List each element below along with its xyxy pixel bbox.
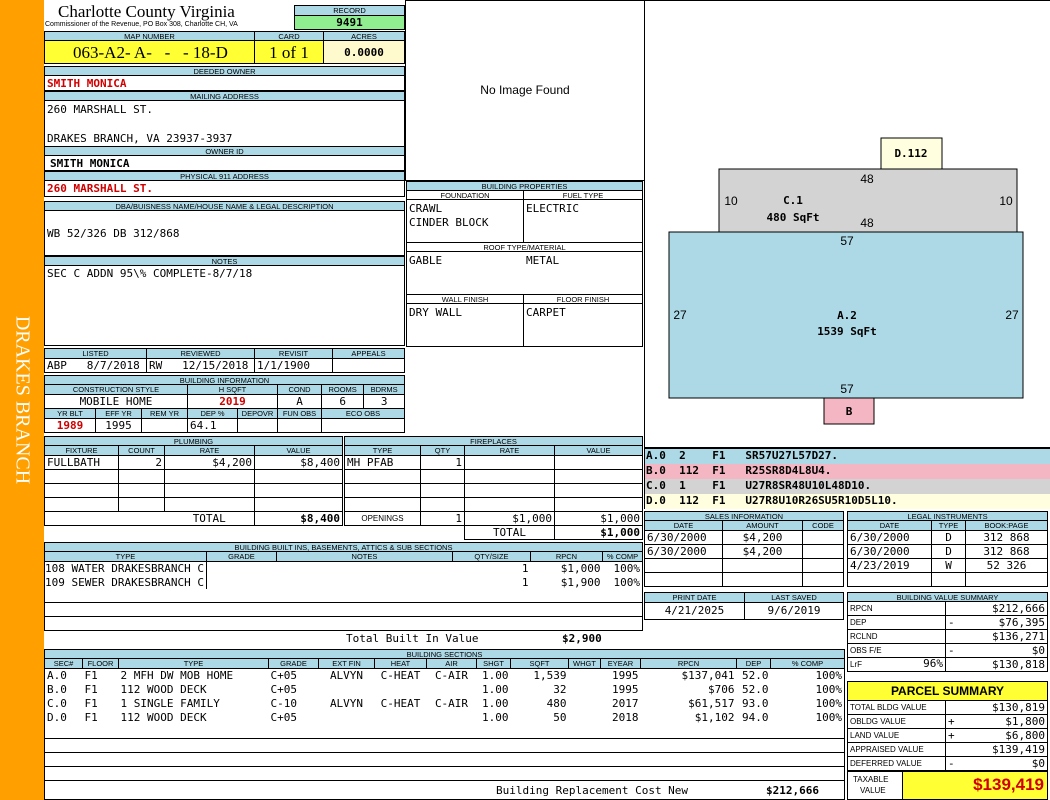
table-row: TOTAL BLDG VALUE $130,819 bbox=[847, 700, 1048, 715]
sketch-c-top: 48 bbox=[860, 172, 874, 186]
table-row: 6/30/2000 $4,200 bbox=[644, 544, 844, 559]
table-row: LrF 96% $130,818 bbox=[847, 657, 1048, 672]
deeded-owner: SMITH MONICA bbox=[47, 77, 127, 90]
dba-box: WB 52/326 DB 312/868 bbox=[44, 210, 405, 256]
dba-text: WB 52/326 DB 312/868 bbox=[47, 227, 180, 240]
sketch-a-left: 27 bbox=[673, 308, 687, 322]
fireplaces-table: TYPE QTY RATE VALUE MH PFAB 1 OPENINGS 1… bbox=[344, 445, 643, 540]
deeded-owner-box: SMITH MONICA bbox=[44, 75, 405, 91]
card-number: 1 of 1 bbox=[254, 40, 324, 64]
table-row: 6/30/2000 $4,200 bbox=[644, 530, 844, 545]
table-row: OBS F/E - $0 bbox=[847, 643, 1048, 658]
sketch-a-code: A.2 bbox=[837, 309, 857, 322]
sections-total-label: Building Replacement Cost New bbox=[496, 784, 689, 797]
sketch-legend: A.0 2 F1 SR57U27L57D27. B.0 112 F1 R25SR… bbox=[644, 448, 1050, 509]
table-row: MH PFAB 1 bbox=[344, 455, 643, 470]
legend-row-c: C.0 1 F1 U27R8SR48U10L48D10. bbox=[645, 479, 1050, 494]
table-row: OBLDG VALUE + $1,800 bbox=[847, 714, 1048, 729]
physical-box: 260 MARSHALL ST. bbox=[44, 180, 405, 197]
sales-table: DATE AMOUNT CODE 6/30/2000 $4,200 6/30/2… bbox=[644, 520, 844, 587]
value-summary-table: RPCN $212,666 DEP - $76,395 RCLND $136,27… bbox=[847, 601, 1048, 672]
sketch-d-code: D.112 bbox=[894, 147, 927, 160]
acres-value: 0.0000 bbox=[323, 40, 405, 64]
fuel-box: ELECTRIC bbox=[523, 199, 643, 243]
owner-id-box: SMITH MONICA bbox=[44, 155, 405, 171]
sketch-c-bottom: 48 bbox=[860, 216, 874, 230]
legend-row-d: D.0 112 F1 U27R8U10R26SU5R10D5L10. bbox=[645, 494, 1050, 509]
table-row: 109 SEWER DRAKESBRANCH C 1 $1,900 100% bbox=[44, 575, 644, 590]
sketch-c-code: C.1 bbox=[783, 194, 803, 207]
no-image-text: No Image Found bbox=[480, 83, 570, 97]
building-info-table: CONSTRUCTION STYLE H SQFT COND ROOMS BDR… bbox=[44, 384, 405, 433]
record-value: 9491 bbox=[294, 15, 405, 30]
map-number: 063-A2- A- - - 18-D bbox=[44, 40, 255, 64]
mailing-line2: DRAKES BRANCH, VA 23937-3937 bbox=[47, 132, 233, 145]
built-ins-blank-area bbox=[44, 589, 643, 631]
foundation-box: CRAWL CINDER BLOCK bbox=[406, 199, 524, 243]
notes-box: SEC C ADDN 95\% COMPLETE-8/7/18 bbox=[44, 265, 405, 346]
mailing-line1: 260 MARSHALL ST. bbox=[47, 103, 153, 116]
table-row: FULLBATH 2 $4,200 $8,400 bbox=[44, 455, 343, 470]
sketch-c-left: 10 bbox=[724, 194, 738, 208]
built-in-total-label: Total Built In Value bbox=[346, 632, 479, 645]
table-row: A.0 F1 2 MFH DW MOB HOME C+05 ALVYN C-HEAT C-A… bbox=[44, 668, 845, 683]
sketch-area: D.112 48 10 10 C.1 480 SqFt 48 57 27 27 … bbox=[644, 0, 1050, 448]
table-row: LAND VALUE + $6,800 bbox=[847, 728, 1048, 743]
sketch-a-top: 57 bbox=[840, 234, 854, 248]
notes-text: SEC C ADDN 95\% COMPLETE-8/7/18 bbox=[47, 267, 253, 280]
owner-id: SMITH MONICA bbox=[50, 157, 130, 170]
table-row: C.0 F1 1 SINGLE FAMILY C-10 ALVYN C-HEAT C-AIR… bbox=[44, 696, 845, 711]
table-row: D.0 F1 112 WOOD DECK C+05 1.00 50 2018 $1,102 94… bbox=[44, 710, 845, 725]
county-title: Charlotte County Virginia bbox=[58, 2, 235, 21]
wall-box: DRY WALL bbox=[406, 303, 524, 347]
sections-total: $212,666 bbox=[766, 784, 819, 797]
mailing-box: 260 MARSHALL ST. DRAKES BRANCH, VA 23937… bbox=[44, 100, 405, 147]
taxable-label-box: TAXABLE VALUE bbox=[847, 771, 903, 800]
sections-table: SEC# FLOOR TYPE GRADE EXT FIN HEAT AIR S… bbox=[44, 658, 845, 725]
table-row: DEFERRED VALUE - $0 bbox=[847, 756, 1048, 771]
table-row: APPRAISED VALUE $139,419 bbox=[847, 742, 1048, 757]
taxable-value: $139,419 bbox=[902, 771, 1048, 800]
commissioner-line: Commissioner of the Revenue, PO Box 308,… bbox=[45, 21, 238, 28]
sketch-a-bottom: 57 bbox=[840, 382, 854, 396]
photo-area: No Image Found bbox=[405, 0, 645, 181]
table-row: DEP - $76,395 bbox=[847, 615, 1048, 630]
table-row: RCLND $136,271 bbox=[847, 629, 1048, 644]
built-ins-table: TYPE GRADE NOTES QTY/SIZE RPCN % COMP 10… bbox=[44, 551, 644, 590]
table-row: 4/23/2019 W 52 326 bbox=[847, 558, 1048, 573]
table-row: 6/30/2000 D 312 868 bbox=[847, 530, 1048, 545]
sketch-c-right: 10 bbox=[999, 194, 1013, 208]
table-row: 108 WATER DRAKESBRANCH C 1 $1,000 100% bbox=[44, 561, 644, 576]
building-sketch: D.112 48 10 10 C.1 480 SqFt 48 57 27 27 … bbox=[668, 137, 1024, 425]
print-table: PRINT DATE LAST SAVED 4/21/2025 9/6/2019 bbox=[644, 592, 844, 620]
sketch-b-code: B bbox=[846, 405, 853, 418]
sketch-a-area: 1539 SqFt bbox=[817, 325, 877, 338]
legend-row-a: A.0 2 F1 SR57U27L57D27. bbox=[645, 449, 1050, 464]
legend-row-b: B.0 112 F1 R25SR8D4L8U4. bbox=[645, 464, 1050, 479]
table-row: 6/30/2000 D 312 868 bbox=[847, 544, 1048, 559]
floor-box: CARPET bbox=[523, 303, 643, 347]
roof-box: GABLE METAL bbox=[406, 251, 643, 295]
sketch-a-right: 27 bbox=[1005, 308, 1019, 322]
legal-table: DATE TYPE BOOK:PAGE 6/30/2000 D 312 868 … bbox=[847, 520, 1048, 587]
parcel-summary-table: TOTAL BLDG VALUE $130,819 OBLDG VALUE + $… bbox=[847, 700, 1048, 771]
built-in-total: $2,900 bbox=[562, 632, 602, 645]
listing-table: LISTED REVIEWED REVISIT APPEALS ABP 8/7/… bbox=[44, 348, 405, 373]
plumbing-table: FIXTURE COUNT RATE VALUE FULLBATH 2 $4,2… bbox=[44, 445, 343, 526]
table-row: B.0 F1 112 WOOD DECK C+05 1.00 32 1995 $706 52.0… bbox=[44, 682, 845, 697]
sections-blank-area bbox=[44, 725, 845, 800]
side-label: DRAKES BRANCH bbox=[11, 315, 34, 485]
sketch-c-area: 480 SqFt bbox=[767, 211, 820, 224]
table-row: RPCN $212,666 bbox=[847, 601, 1048, 616]
parcel-summary-title: PARCEL SUMMARY bbox=[847, 681, 1048, 701]
physical-address: 260 MARSHALL ST. bbox=[47, 182, 153, 195]
